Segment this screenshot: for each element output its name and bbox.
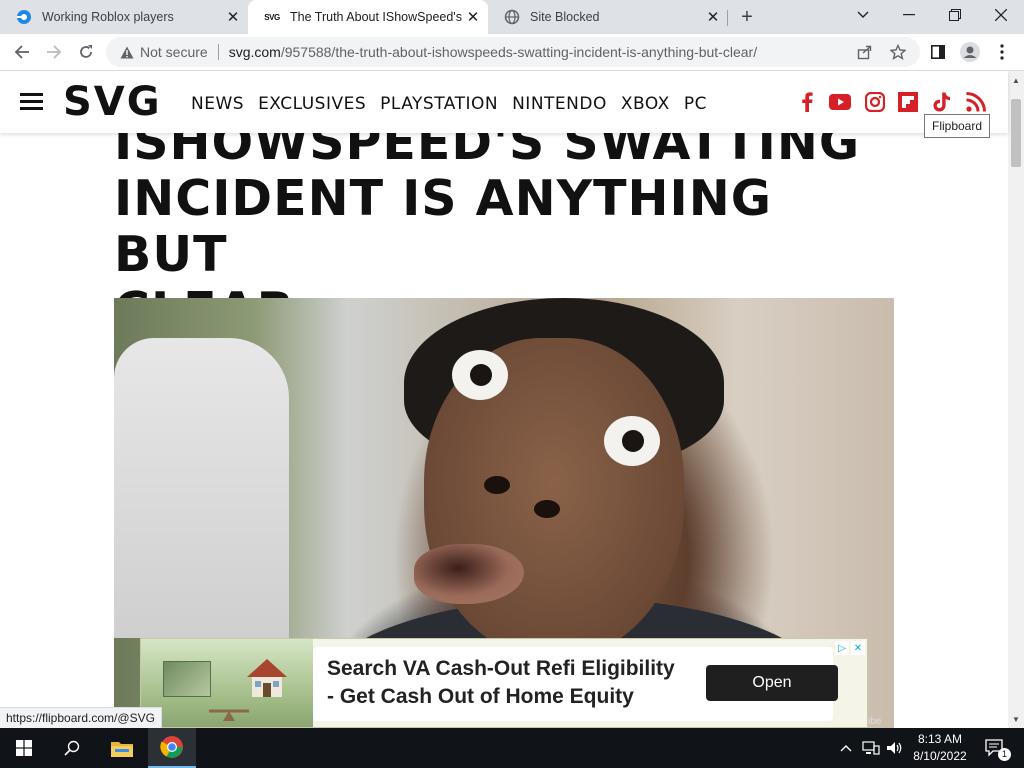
url-path: /957588/the-truth-about-ishowspeeds-swat… — [280, 44, 758, 60]
url-host: svg.com — [228, 44, 281, 60]
close-tab-icon[interactable]: ✕ — [704, 8, 722, 26]
close-tab-icon[interactable]: ✕ — [464, 8, 482, 26]
clock-date: 8/10/2022 — [913, 749, 967, 763]
forward-button[interactable] — [40, 38, 68, 66]
tab-title: The Truth About IShowSpeed's Sw — [290, 10, 464, 24]
nav-item-news[interactable]: NEWS — [191, 94, 244, 114]
warning-triangle-icon[interactable] — [120, 46, 134, 59]
browser-toolbar: Not secure svg.com/957588/the-truth-abou… — [0, 34, 1024, 71]
nav-item-nintendo[interactable]: NINTENDO — [512, 94, 607, 114]
money-icon — [163, 661, 211, 697]
advertisement-banner[interactable]: Search VA Cash-Out Refi Eligibility - Ge… — [140, 638, 868, 728]
roblox-studio-icon — [16, 9, 32, 25]
minimize-button[interactable] — [886, 0, 932, 30]
volume-icon[interactable] — [884, 728, 906, 768]
reload-button[interactable] — [72, 38, 100, 66]
tab-working-roblox-players[interactable]: Working Roblox players ✕ — [0, 0, 248, 34]
scrollbar-thumb[interactable] — [1011, 99, 1021, 167]
youtube-icon[interactable] — [829, 91, 851, 113]
tab-site-blocked[interactable]: Site Blocked ✕ — [488, 0, 728, 34]
file-explorer-icon[interactable] — [98, 728, 146, 768]
hero-nostril — [484, 476, 510, 494]
rss-icon[interactable] — [965, 91, 987, 113]
tab-strip: Working Roblox players ✕ SVG The Truth A… — [0, 0, 1024, 34]
tiktok-icon[interactable] — [931, 91, 953, 113]
tab-separator — [727, 10, 728, 26]
notification-count-badge: 1 — [998, 748, 1011, 761]
seesaw-icon — [209, 709, 249, 721]
ad-headline-line[interactable]: Search VA Cash-Out Refi Eligibility — [327, 657, 675, 681]
hero-car — [114, 338, 289, 638]
ad-choices[interactable]: ▷ ✕ — [835, 641, 865, 655]
nav-item-playstation[interactable]: PLAYSTATION — [380, 94, 498, 114]
page-scrollbar[interactable]: ▲ ▼ — [1008, 71, 1024, 728]
back-button[interactable] — [8, 38, 36, 66]
action-center-icon[interactable]: 1 — [978, 728, 1012, 768]
hamburger-menu-icon[interactable] — [20, 93, 43, 110]
taskbar-clock[interactable]: 8:13 AM 8/10/2022 — [906, 731, 974, 765]
nav-item-pc[interactable]: PC — [684, 94, 707, 114]
site-header: SVG NEWS EXCLUSIVES PLAYSTATION NINTENDO… — [0, 71, 1008, 133]
tab-title: Working Roblox players — [42, 10, 174, 24]
tab-title: Site Blocked — [530, 10, 600, 24]
network-icon[interactable] — [860, 728, 882, 768]
chrome-taskbar-icon[interactable] — [148, 728, 196, 768]
adchoices-icon[interactable]: ▷ — [835, 641, 849, 655]
flipboard-tooltip: Flipboard — [924, 114, 991, 138]
headline-line: INCIDENT IS ANYTHING BUT — [114, 170, 772, 283]
new-tab-button[interactable]: + — [735, 5, 759, 29]
facebook-icon[interactable] — [796, 91, 818, 113]
nav-item-xbox[interactable]: XBOX — [621, 94, 670, 114]
ad-open-button[interactable]: Open — [706, 665, 838, 701]
hero-eye — [452, 350, 508, 400]
page-content: ISHOWSPEED'S SWATTING INCIDENT IS ANYTHI… — [0, 71, 1008, 728]
image-credit: ibe — [868, 716, 882, 727]
svg-favicon: SVG — [264, 12, 280, 22]
security-label[interactable]: Not secure — [140, 44, 208, 60]
nav-item-exclusives[interactable]: EXCLUSIVES — [258, 94, 366, 114]
globe-icon — [504, 9, 520, 25]
main-nav: NEWS EXCLUSIVES PLAYSTATION NINTENDO XBO… — [191, 94, 721, 114]
search-icon[interactable] — [48, 728, 96, 768]
tab-search-chevron-icon[interactable] — [840, 0, 886, 30]
address-bar[interactable]: Not secure svg.com/957588/the-truth-abou… — [106, 37, 920, 67]
chrome-menu-icon[interactable] — [988, 38, 1016, 66]
bookmark-star-icon[interactable] — [887, 41, 909, 63]
tab-svg-article[interactable]: SVG The Truth About IShowSpeed's Sw ✕ — [248, 0, 488, 34]
close-window-button[interactable] — [978, 0, 1024, 30]
clock-time: 8:13 AM — [917, 732, 963, 746]
ad-headline-line[interactable]: - Get Cash Out of Home Equity — [327, 685, 634, 709]
restore-button[interactable] — [932, 0, 978, 30]
address-divider — [217, 44, 219, 60]
url-text[interactable]: svg.com/957588/the-truth-about-ishowspee… — [229, 44, 757, 60]
hero-eye — [604, 416, 660, 466]
close-tab-icon[interactable]: ✕ — [224, 8, 242, 26]
house-icon — [247, 659, 287, 697]
ad-close-icon[interactable]: ✕ — [851, 641, 865, 655]
share-icon[interactable] — [854, 41, 876, 63]
ad-image — [141, 639, 313, 727]
profile-avatar-icon[interactable] — [956, 38, 984, 66]
instagram-icon[interactable] — [864, 91, 886, 113]
hero-nostril — [534, 500, 560, 518]
tray-chevron-up-icon[interactable] — [836, 728, 856, 768]
flipboard-icon[interactable] — [897, 91, 919, 113]
link-status-bubble: https://flipboard.com/@SVG — [0, 707, 162, 728]
windows-taskbar: 8:13 AM 8/10/2022 1 — [0, 728, 1024, 768]
scroll-up-arrow-icon[interactable]: ▲ — [1008, 73, 1024, 87]
side-panel-icon[interactable] — [924, 38, 952, 66]
scroll-down-arrow-icon[interactable]: ▼ — [1008, 712, 1024, 726]
site-logo[interactable]: SVG — [63, 81, 162, 123]
windows-start-icon[interactable] — [0, 728, 48, 768]
